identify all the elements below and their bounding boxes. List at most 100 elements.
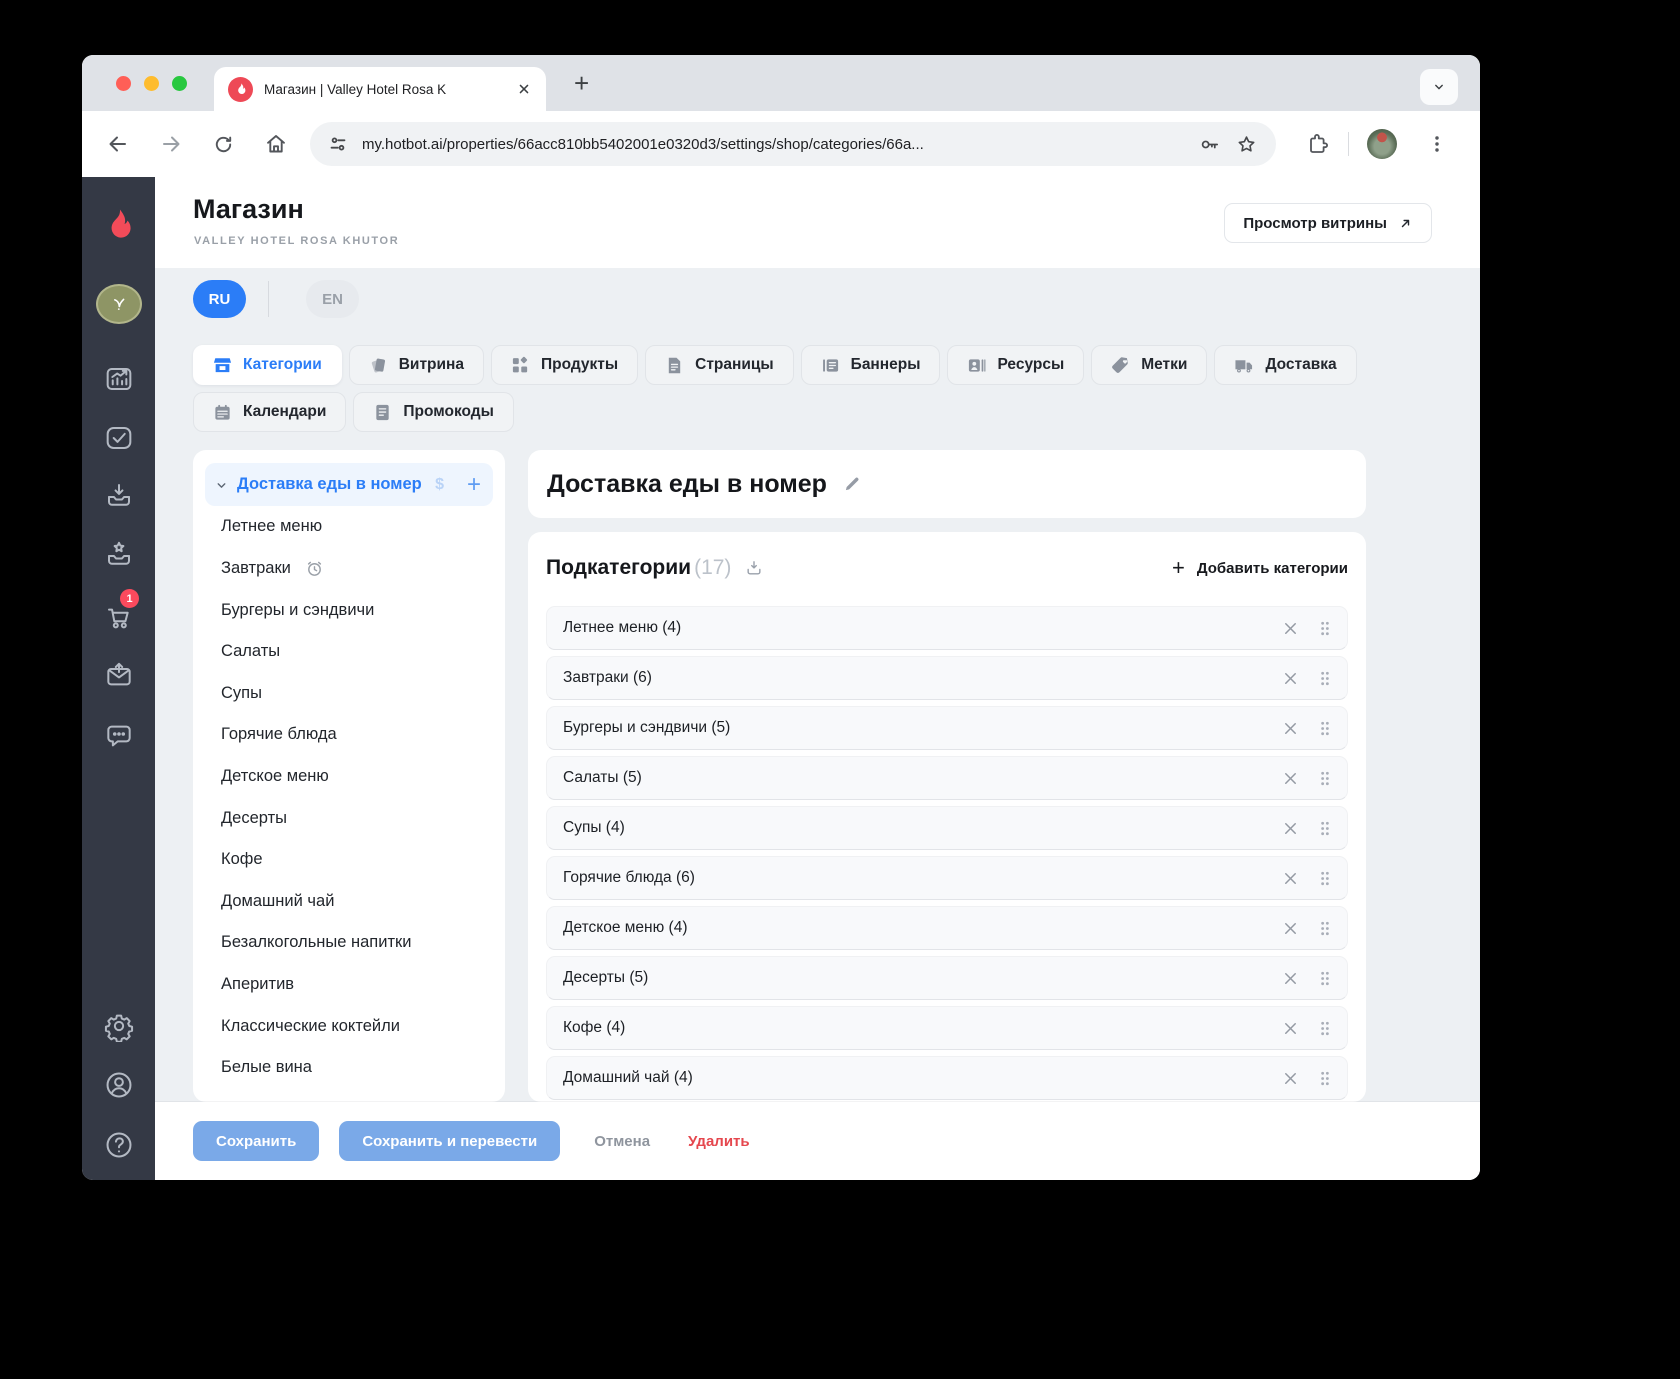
help-icon[interactable] xyxy=(103,1129,135,1161)
reload-icon[interactable] xyxy=(212,133,235,156)
category-item[interactable]: Летнее меню xyxy=(205,506,493,548)
add-categories-button[interactable]: + Добавить категории xyxy=(1172,557,1348,579)
drag-handle-icon[interactable] xyxy=(1319,670,1331,687)
subcategory-row[interactable]: Домашний чай (4) xyxy=(546,1056,1348,1100)
remove-x-icon[interactable] xyxy=(1282,720,1299,737)
category-parent-label[interactable]: Доставка еды в номер xyxy=(237,474,426,495)
lang-tab-en[interactable]: EN xyxy=(306,280,359,318)
category-item[interactable]: Кофе xyxy=(205,839,493,881)
zoom-window-button[interactable] xyxy=(172,76,187,91)
cart-badge: 1 xyxy=(120,589,139,608)
remove-x-icon[interactable] xyxy=(1282,1070,1299,1087)
subcategory-row[interactable]: Горячие блюда (6) xyxy=(546,856,1348,900)
drag-handle-icon[interactable] xyxy=(1319,770,1331,787)
delete-button[interactable]: Удалить xyxy=(688,1133,750,1150)
remove-x-icon[interactable] xyxy=(1282,770,1299,787)
envelope-up-icon[interactable] xyxy=(103,659,135,691)
browser-tab[interactable]: Магазин | Valley Hotel Rosa K xyxy=(214,67,546,111)
tab-search-chevron-icon[interactable] xyxy=(1420,69,1458,105)
lang-tab-ru[interactable]: RU xyxy=(193,280,246,318)
cancel-button[interactable]: Отмена xyxy=(594,1133,650,1150)
password-key-icon[interactable] xyxy=(1198,133,1221,156)
subcategory-row[interactable]: Супы (4) xyxy=(546,806,1348,850)
tab-resources[interactable]: Ресурсы xyxy=(947,345,1085,385)
category-parent-row[interactable]: Доставка еды в номер $ + xyxy=(205,463,493,507)
category-item[interactable]: Салаты xyxy=(205,631,493,673)
gear-icon[interactable] xyxy=(103,1010,135,1042)
inbox-star-icon[interactable] xyxy=(103,538,135,570)
remove-x-icon[interactable] xyxy=(1282,920,1299,937)
remove-x-icon[interactable] xyxy=(1282,820,1299,837)
category-item[interactable]: Классические коктейли xyxy=(205,1005,493,1047)
remove-x-icon[interactable] xyxy=(1282,670,1299,687)
category-item[interactable]: Детское меню xyxy=(205,756,493,798)
tab-calendars[interactable]: Календари xyxy=(193,392,347,432)
browser-menu-icon[interactable] xyxy=(1426,133,1448,155)
hotel-avatar[interactable] xyxy=(95,284,142,324)
drag-handle-icon[interactable] xyxy=(1319,870,1331,887)
url-text[interactable]: my.hotbot.ai/properties/66acc810bb540200… xyxy=(362,136,1184,153)
tab-delivery[interactable]: Доставка xyxy=(1214,345,1357,385)
tasks-check-icon[interactable] xyxy=(103,422,135,454)
download-icon[interactable] xyxy=(744,558,764,578)
forward-icon[interactable] xyxy=(159,132,183,156)
flame-logo[interactable] xyxy=(100,206,137,243)
tab-promocodes[interactable]: Промокоды xyxy=(353,392,514,432)
address-bar[interactable]: my.hotbot.ai/properties/66acc810bb540200… xyxy=(310,122,1276,166)
drag-handle-icon[interactable] xyxy=(1319,720,1331,737)
drag-handle-icon[interactable] xyxy=(1319,620,1331,637)
subcategory-row[interactable]: Детское меню (4) xyxy=(546,906,1348,950)
category-item[interactable]: Безалкогольные напитки xyxy=(205,922,493,964)
drag-handle-icon[interactable] xyxy=(1319,1070,1331,1087)
category-item[interactable]: Завтраки xyxy=(205,548,493,590)
subcategory-row[interactable]: Летнее меню (4) xyxy=(546,606,1348,650)
preview-storefront-button[interactable]: Просмотр витрины xyxy=(1224,203,1432,243)
add-subcategory-plus-icon[interactable]: + xyxy=(467,472,481,496)
save-and-translate-button[interactable]: Сохранить и перевести xyxy=(339,1121,561,1161)
inbox-download-icon[interactable] xyxy=(103,479,135,511)
profile-avatar[interactable] xyxy=(1367,129,1397,159)
category-item[interactable]: Супы xyxy=(205,672,493,714)
subcategory-row[interactable]: Бургеры и сэндвичи (5) xyxy=(546,706,1348,750)
remove-x-icon[interactable] xyxy=(1282,620,1299,637)
remove-x-icon[interactable] xyxy=(1282,970,1299,987)
save-button[interactable]: Сохранить xyxy=(193,1121,320,1161)
tab-close-icon[interactable] xyxy=(516,81,532,97)
minimize-window-button[interactable] xyxy=(144,76,159,91)
subcategory-row[interactable]: Десерты (5) xyxy=(546,956,1348,1000)
category-item[interactable]: Бургеры и сэндвичи xyxy=(205,589,493,631)
remove-x-icon[interactable] xyxy=(1282,1020,1299,1037)
new-tab-button[interactable]: + xyxy=(574,70,589,96)
drag-handle-icon[interactable] xyxy=(1319,920,1331,937)
tab-products[interactable]: Продукты xyxy=(491,345,639,385)
price-dollar-icon[interactable]: $ xyxy=(435,476,444,494)
drag-handle-icon[interactable] xyxy=(1319,970,1331,987)
drag-handle-icon[interactable] xyxy=(1319,1020,1331,1037)
category-item[interactable]: Горячие блюда xyxy=(205,714,493,756)
close-window-button[interactable] xyxy=(116,76,131,91)
tab-categories[interactable]: Категории xyxy=(193,345,342,385)
subcategory-row[interactable]: Завтраки (6) xyxy=(546,656,1348,700)
category-item[interactable]: Десерты xyxy=(205,797,493,839)
subcategory-row[interactable]: Кофе (4) xyxy=(546,1006,1348,1050)
home-icon[interactable] xyxy=(264,132,288,156)
edit-pencil-icon[interactable] xyxy=(843,475,861,493)
tab-showcase[interactable]: Витрина xyxy=(348,345,485,385)
tab-pages[interactable]: Страницы xyxy=(645,345,794,385)
chat-icon[interactable] xyxy=(103,720,135,752)
site-settings-tune-icon[interactable] xyxy=(328,134,348,154)
chevron-down-icon[interactable] xyxy=(215,479,228,495)
bookmark-star-icon[interactable] xyxy=(1235,133,1258,156)
remove-x-icon[interactable] xyxy=(1282,870,1299,887)
drag-handle-icon[interactable] xyxy=(1319,820,1331,837)
subcategory-row[interactable]: Салаты (5) xyxy=(546,756,1348,800)
account-icon[interactable] xyxy=(103,1069,135,1101)
back-icon[interactable] xyxy=(106,132,130,156)
category-item[interactable]: Белые вина xyxy=(205,1047,493,1089)
tab-tags[interactable]: Метки xyxy=(1091,345,1208,385)
category-item[interactable]: Аперитив xyxy=(205,964,493,1006)
analytics-icon[interactable] xyxy=(103,363,135,395)
extensions-puzzle-icon[interactable] xyxy=(1306,132,1330,156)
category-item[interactable]: Домашний чай xyxy=(205,880,493,922)
tab-banners[interactable]: Баннеры xyxy=(800,345,941,385)
